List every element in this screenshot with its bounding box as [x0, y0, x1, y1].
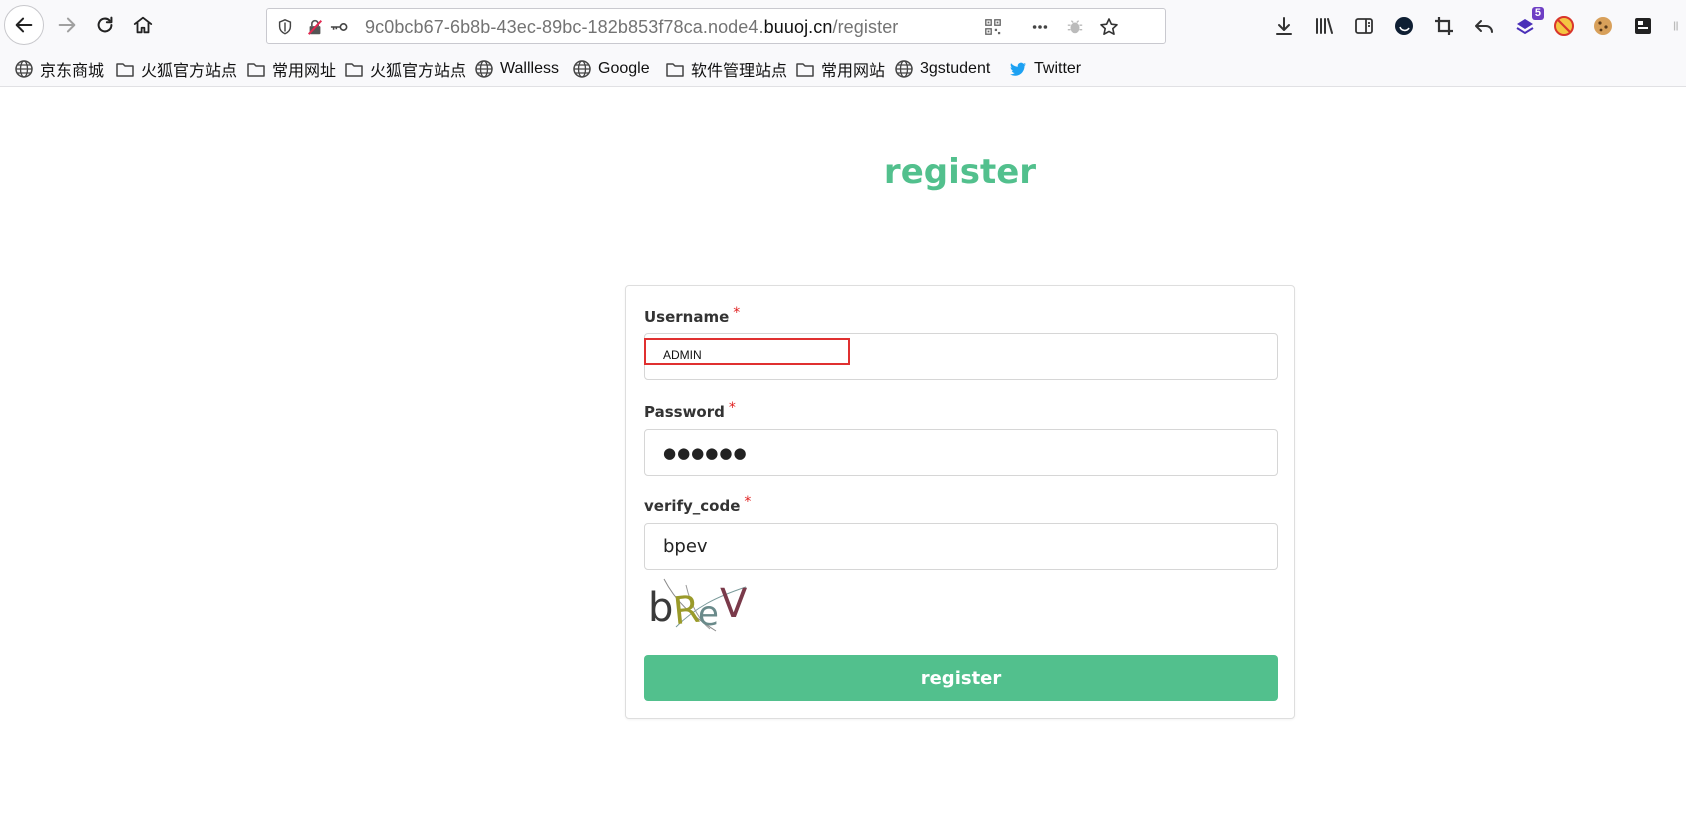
globe-icon — [573, 60, 591, 78]
bookmark-folder-firefox[interactable]: 火狐官方站点 — [115, 58, 237, 80]
bookmark-label: 火狐官方站点 — [141, 63, 238, 80]
bookmark-folder-firefox-2[interactable]: 火狐官方站点 — [344, 58, 466, 80]
dark-reader-icon[interactable] — [1391, 13, 1417, 39]
bookmark-twitter[interactable]: Twitter — [1008, 58, 1081, 80]
reload-icon — [97, 16, 113, 33]
bookmark-3gstudent[interactable]: 3gstudent — [894, 58, 990, 80]
verify-code-input[interactable]: bpev — [644, 523, 1278, 570]
insecure-lock-icon[interactable] — [305, 17, 325, 37]
folder-icon — [247, 63, 265, 77]
required-marker: * — [744, 494, 752, 510]
username-value: ADMIN — [663, 348, 702, 362]
library-icon[interactable] — [1311, 13, 1337, 39]
more-options-icon[interactable] — [1030, 17, 1050, 37]
page-title: register — [883, 152, 1037, 192]
password-input[interactable]: ●●●●●● — [644, 429, 1278, 476]
downloads-icon[interactable] — [1271, 13, 1297, 39]
globe-icon — [475, 60, 493, 78]
password-label: Password * — [644, 400, 736, 421]
panel-icon[interactable] — [1630, 13, 1656, 39]
folder-icon — [116, 63, 134, 77]
captcha-char: b — [648, 585, 673, 631]
bookmark-label: 3gstudent — [920, 60, 991, 77]
key-icon[interactable] — [329, 17, 349, 37]
bug-icon[interactable] — [1065, 17, 1085, 37]
bookmark-label: Wallless — [500, 60, 559, 77]
bookmark-label: Twitter — [1034, 60, 1082, 77]
reload-button[interactable] — [86, 6, 124, 44]
overflow-menu-icon[interactable] — [1672, 13, 1686, 39]
bookmark-google[interactable]: Google — [572, 58, 650, 80]
browser-toolbar: 9c0bcb67-6b8b-43ec-89bc-182b853f78ca.nod… — [0, 0, 1686, 50]
bookmark-wallless[interactable]: Wallless — [474, 58, 559, 80]
captcha-image[interactable]: b R e V — [646, 577, 750, 633]
register-button[interactable]: register — [644, 655, 1278, 701]
folder-icon — [666, 63, 684, 77]
folder-icon — [796, 63, 814, 77]
bookmark-label: 火狐官方站点 — [370, 63, 467, 80]
verify-code-label: verify_code * — [644, 494, 752, 515]
required-marker: * — [728, 400, 736, 416]
register-form-card: Username * ADMIN Password * ●●●●●● verify_… — [625, 285, 1295, 719]
arrow-left-icon — [15, 17, 33, 33]
qr-code-icon[interactable] — [983, 17, 1003, 37]
globe-icon — [15, 60, 33, 78]
home-button[interactable] — [124, 6, 162, 44]
required-marker: * — [733, 305, 741, 321]
bookmark-jd[interactable]: 京东商城 — [14, 58, 104, 80]
blocker-icon[interactable] — [1551, 13, 1577, 39]
forward-button[interactable] — [48, 6, 86, 44]
bookmark-label: 软件管理站点 — [691, 63, 788, 80]
back-button[interactable] — [4, 5, 44, 45]
star-icon[interactable] — [1099, 17, 1119, 37]
captcha-char: e — [698, 594, 719, 633]
bookmark-label: 京东商城 — [40, 63, 105, 80]
shield-icon[interactable] — [275, 17, 295, 37]
bookmark-folder-common-sites[interactable]: 常用网站 — [795, 58, 885, 80]
folder-icon — [345, 63, 363, 77]
captcha-char: V — [720, 581, 748, 627]
extension-badge: 5 — [1531, 7, 1544, 20]
bookmark-folder-common-urls[interactable]: 常用网址 — [246, 58, 336, 80]
home-icon — [133, 16, 153, 34]
bookmark-label: Google — [598, 60, 650, 77]
url-text[interactable]: 9c0bcb67-6b8b-43ec-89bc-182b853f78ca.nod… — [365, 17, 898, 38]
url-bar[interactable]: 9c0bcb67-6b8b-43ec-89bc-182b853f78ca.nod… — [266, 8, 1166, 44]
bookmark-label: 常用网址 — [272, 63, 337, 80]
twitter-icon — [1010, 62, 1026, 76]
undo-icon[interactable] — [1471, 13, 1497, 39]
sidebar-icon[interactable] — [1351, 13, 1377, 39]
bookmarks-toolbar: 京东商城 火狐官方站点 常用网址 火狐官方站点 Wallless Google … — [0, 50, 1686, 87]
crop-screenshot-icon[interactable] — [1431, 13, 1457, 39]
username-label: Username * — [644, 305, 741, 326]
cookie-icon[interactable] — [1590, 13, 1616, 39]
extension-icon[interactable]: 5 — [1512, 7, 1544, 39]
globe-icon — [895, 60, 913, 78]
arrow-right-icon — [58, 17, 76, 33]
bookmark-label: 常用网站 — [821, 63, 886, 80]
bookmark-folder-software[interactable]: 软件管理站点 — [665, 58, 787, 80]
